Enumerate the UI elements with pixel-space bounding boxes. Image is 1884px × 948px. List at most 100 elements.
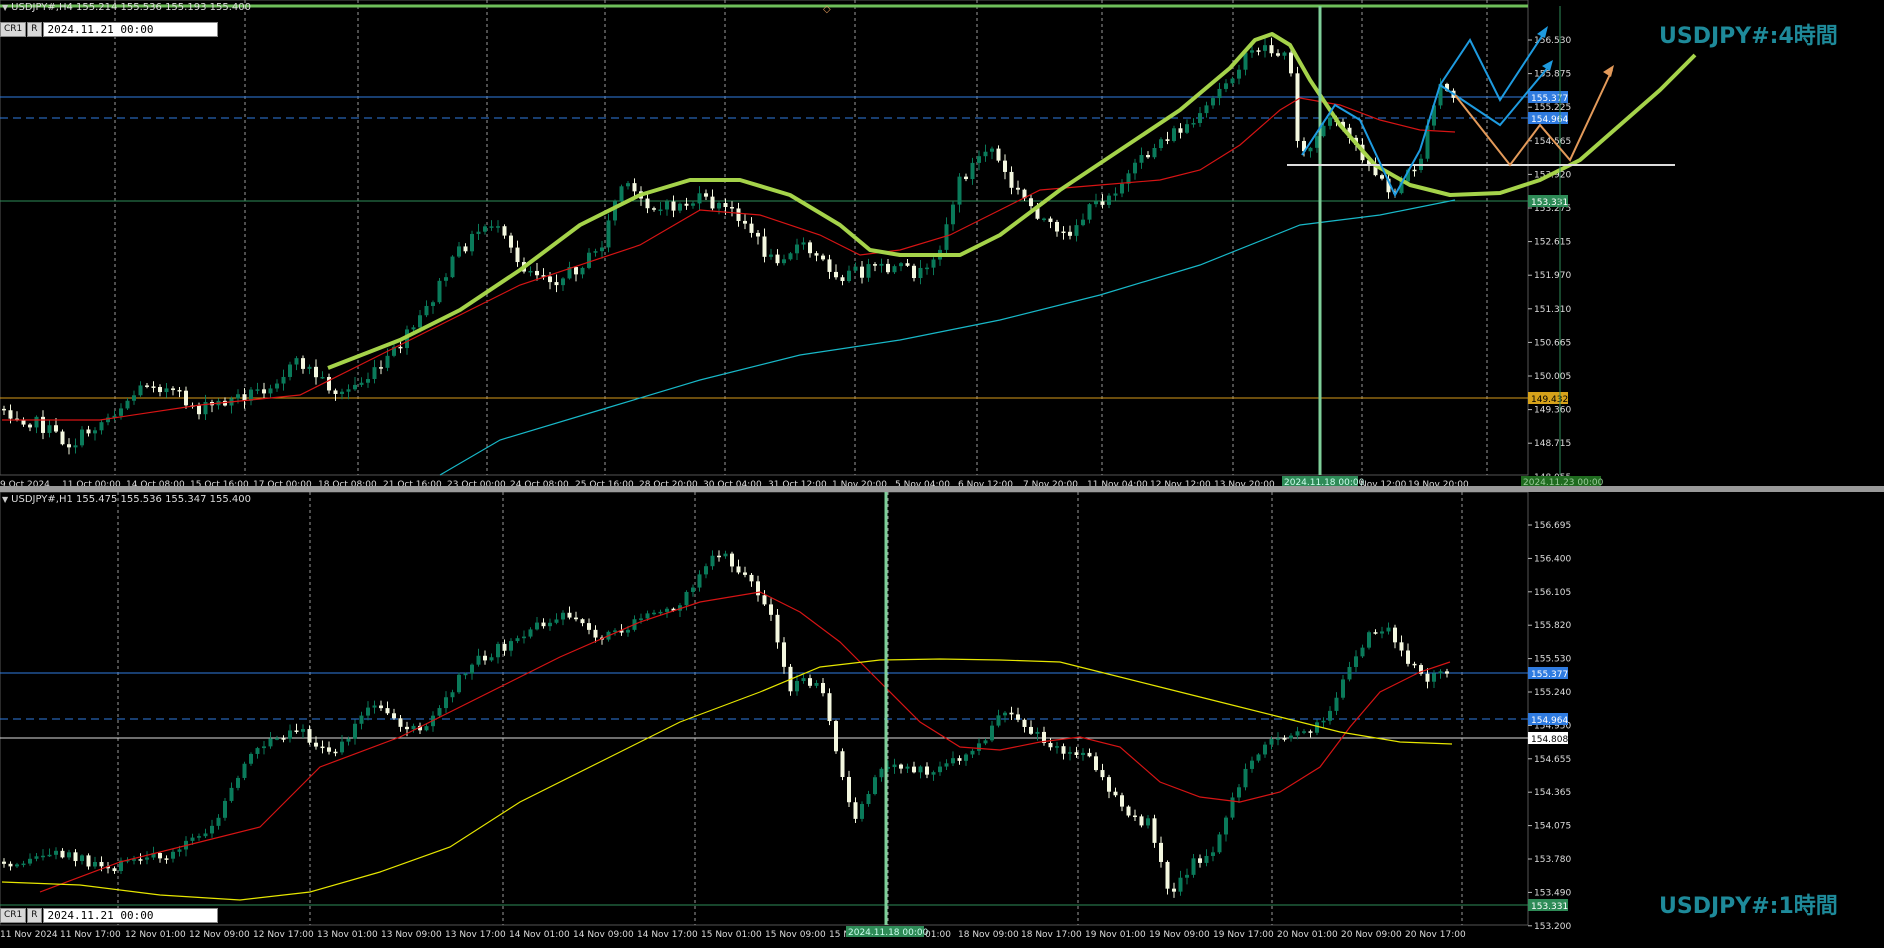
h1-chart-canvas[interactable]: 156.695 156.400 156.105 155.820 155.530 155.2… bbox=[0, 491, 1884, 944]
candle-body bbox=[1048, 742, 1053, 748]
candle-body bbox=[814, 253, 819, 256]
candle-body bbox=[509, 641, 513, 651]
candle-body bbox=[346, 389, 351, 392]
candle-body bbox=[814, 682, 819, 686]
candle-body bbox=[1061, 231, 1066, 234]
candle-body bbox=[1081, 752, 1085, 755]
h1-cr1-button[interactable]: CR1 bbox=[0, 907, 27, 923]
h4-toolbar: CR1 R 2024.11.21 00:00 bbox=[0, 21, 218, 37]
candle-body bbox=[957, 758, 962, 761]
price-tick-label: 153.490 bbox=[1534, 888, 1571, 898]
candle-body bbox=[782, 642, 786, 667]
candle-body bbox=[658, 611, 663, 614]
h4-date-input[interactable]: 2024.11.21 00:00 bbox=[42, 21, 218, 37]
candle-body bbox=[1315, 136, 1319, 148]
candle-body bbox=[717, 555, 721, 558]
candle-body bbox=[970, 162, 975, 180]
candle-body bbox=[1009, 712, 1014, 715]
candle-body bbox=[99, 422, 104, 431]
candle-body bbox=[801, 678, 806, 682]
collapse-triangle-icon[interactable]: ▼ bbox=[2, 495, 8, 504]
time-axis-label: 19 Nov 09:00 bbox=[1149, 930, 1210, 940]
candle-body bbox=[119, 408, 123, 416]
candle-body bbox=[1237, 787, 1241, 798]
candle-body bbox=[1074, 752, 1079, 755]
candle-body bbox=[691, 203, 695, 206]
candle-body bbox=[93, 430, 97, 434]
candle-body bbox=[197, 836, 201, 838]
h1-chart-pane[interactable]: 156.695 156.400 156.105 155.820 155.530 155.2… bbox=[0, 491, 1884, 944]
candle-body bbox=[853, 802, 858, 819]
candle-body bbox=[47, 425, 52, 433]
candle-body bbox=[970, 750, 975, 755]
candle-body bbox=[1412, 663, 1417, 666]
candle-body bbox=[184, 390, 188, 406]
candle-body bbox=[463, 246, 468, 252]
candle-body bbox=[171, 388, 175, 391]
candle-body bbox=[801, 242, 806, 245]
candle-body bbox=[1107, 777, 1111, 792]
candle-body bbox=[1243, 768, 1248, 788]
candle-body bbox=[301, 358, 305, 369]
candle-body bbox=[723, 553, 728, 557]
collapse-triangle-icon[interactable]: ▼ bbox=[2, 3, 8, 12]
h1-r-button[interactable]: R bbox=[27, 907, 42, 923]
candle-body bbox=[678, 203, 682, 211]
candle-body bbox=[769, 254, 773, 257]
candle-body bbox=[333, 751, 338, 754]
candle-body bbox=[1048, 218, 1053, 222]
candle-body bbox=[606, 220, 611, 248]
candle-body bbox=[2, 408, 6, 411]
price-highlight-label: 154.964 bbox=[1531, 716, 1568, 726]
candle-body bbox=[1224, 83, 1228, 89]
candle-body bbox=[60, 431, 65, 445]
candle-body bbox=[1126, 806, 1131, 816]
candle-body bbox=[1230, 78, 1235, 84]
candle-body bbox=[1354, 656, 1358, 667]
candle-body bbox=[580, 267, 585, 275]
candle-body bbox=[964, 176, 968, 180]
candle-body bbox=[255, 389, 260, 391]
h1-date-input[interactable]: 2024.11.21 00:00 bbox=[42, 907, 218, 923]
time-axis-label: 20 Nov 09:00 bbox=[1341, 930, 1402, 940]
candle-body bbox=[528, 270, 533, 273]
candle-body bbox=[411, 327, 416, 330]
candle-body bbox=[1165, 139, 1170, 141]
candle-body bbox=[899, 263, 903, 267]
candle-body bbox=[15, 864, 19, 867]
h4-chart-canvas[interactable]: 156.530155.875155.225154.565153.920153.2… bbox=[0, 0, 1884, 490]
time-axis-label: 15 Nov 01:00 bbox=[701, 930, 762, 940]
candle-body bbox=[34, 856, 39, 859]
candle-body bbox=[1100, 201, 1105, 205]
candle-body bbox=[28, 424, 32, 428]
candle-body bbox=[320, 376, 325, 379]
h4-cr1-button[interactable]: CR1 bbox=[0, 21, 27, 37]
candle-body bbox=[600, 247, 604, 252]
time-axis-label: 19 Nov 17:00 bbox=[1213, 930, 1274, 940]
candle-body bbox=[418, 315, 422, 328]
candle-body bbox=[1055, 221, 1059, 232]
candle-body bbox=[1120, 183, 1124, 194]
candle-body bbox=[1334, 697, 1339, 711]
candle-body bbox=[1282, 52, 1287, 56]
h4-chart-pane[interactable]: 156.530 155.875 155.225 154.565 153.920 153.2… bbox=[0, 0, 1884, 490]
price-tick-label: 156.400 bbox=[1534, 554, 1571, 564]
price-highlight-label: 153.331 bbox=[1531, 902, 1568, 912]
h4-r-button[interactable]: R bbox=[27, 21, 42, 37]
candle-body bbox=[736, 566, 741, 573]
candle-body bbox=[541, 622, 546, 627]
candle-body bbox=[1009, 171, 1014, 188]
candle-body bbox=[840, 751, 845, 777]
candle-body bbox=[905, 766, 910, 769]
candle-body bbox=[502, 643, 507, 651]
price-highlight-label: 154.964 bbox=[1531, 115, 1568, 125]
candle-body bbox=[145, 385, 149, 387]
candle-body bbox=[398, 718, 403, 727]
price-tick-label: 155.530 bbox=[1534, 655, 1571, 665]
candle-body bbox=[1081, 219, 1085, 226]
candle-body bbox=[1198, 113, 1202, 124]
candle-body bbox=[353, 384, 357, 390]
candle-body bbox=[1087, 752, 1092, 757]
candle-body bbox=[873, 777, 877, 795]
candle-body bbox=[1113, 791, 1118, 796]
